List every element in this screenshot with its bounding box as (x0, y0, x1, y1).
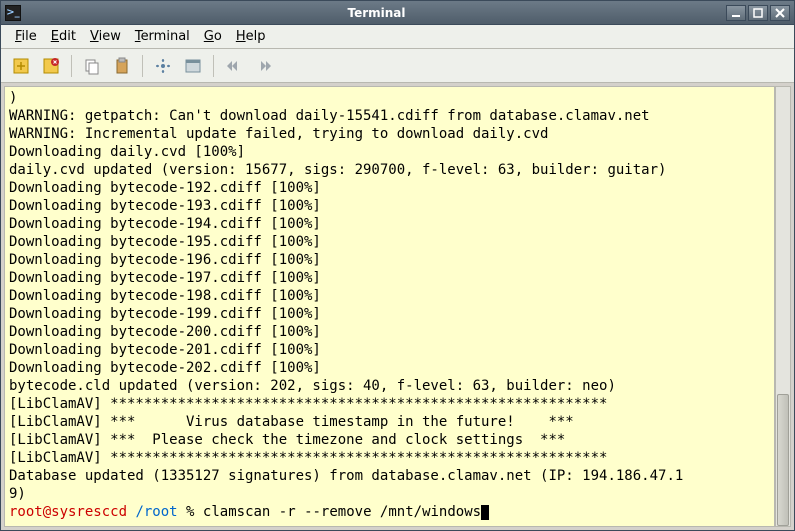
toolbar-separator (213, 55, 214, 77)
next-tab-button[interactable] (250, 52, 278, 80)
terminal-output[interactable]: )WARNING: getpatch: Can't download daily… (4, 86, 775, 527)
paste-button[interactable] (108, 52, 136, 80)
maximize-button[interactable] (748, 5, 768, 21)
menu-edit[interactable]: Edit (45, 26, 82, 47)
prev-tab-button[interactable] (220, 52, 248, 80)
window-controls (726, 5, 790, 21)
terminal-line: Downloading bytecode-195.cdiff [100%] (9, 233, 770, 251)
terminal-line: Downloading bytecode-194.cdiff [100%] (9, 215, 770, 233)
prompt-path: /root (135, 504, 177, 520)
toolbar-separator (142, 55, 143, 77)
toolbar (1, 49, 794, 83)
scrollbar-thumb[interactable] (777, 394, 789, 526)
terminal-line: Downloading bytecode-197.cdiff [100%] (9, 269, 770, 287)
menu-view[interactable]: View (84, 26, 127, 47)
terminal-line: WARNING: Incremental update failed, tryi… (9, 125, 770, 143)
cursor (481, 505, 489, 520)
terminal-line: 9) (9, 485, 770, 503)
prompt-symbol: % (186, 504, 194, 520)
prompt-command: clamscan -r --remove /mnt/windows (203, 504, 481, 520)
terminal-window: >_ Terminal File Edit View Terminal Go H… (0, 0, 795, 531)
terminal-line: Downloading bytecode-199.cdiff [100%] (9, 305, 770, 323)
terminal-line: bytecode.cld updated (version: 202, sigs… (9, 377, 770, 395)
terminal-line: ) (9, 89, 770, 107)
terminal-line: Database updated (1335127 signatures) fr… (9, 467, 770, 485)
terminal-line: [LibClamAV] *** Virus database timestamp… (9, 413, 770, 431)
terminal-line: [LibClamAV] ****************************… (9, 395, 770, 413)
toolbar-separator (71, 55, 72, 77)
minimize-button[interactable] (726, 5, 746, 21)
terminal-line: Downloading bytecode-200.cdiff [100%] (9, 323, 770, 341)
terminal-line: [LibClamAV] ****************************… (9, 449, 770, 467)
terminal-line: Downloading bytecode-202.cdiff [100%] (9, 359, 770, 377)
menu-file[interactable]: File (9, 26, 43, 47)
terminal-line: [LibClamAV] *** Please check the timezon… (9, 431, 770, 449)
window-title: Terminal (27, 6, 726, 20)
terminal-line: daily.cvd updated (version: 15677, sigs:… (9, 161, 770, 179)
terminal-app-icon: >_ (5, 5, 21, 21)
menu-go[interactable]: Go (198, 26, 228, 47)
terminal-line: Downloading bytecode-192.cdiff [100%] (9, 179, 770, 197)
close-button[interactable] (770, 5, 790, 21)
close-tab-button[interactable] (37, 52, 65, 80)
terminal-line: Downloading bytecode-193.cdiff [100%] (9, 197, 770, 215)
new-tab-button[interactable] (7, 52, 35, 80)
fullscreen-button[interactable] (149, 52, 177, 80)
menu-terminal[interactable]: Terminal (129, 26, 196, 47)
menu-help[interactable]: Help (230, 26, 272, 47)
prompt-user-host: root@sysresccd (9, 504, 127, 520)
terminal-prompt-line[interactable]: root@sysresccd /root % clamscan -r --rem… (9, 503, 770, 521)
scrollbar[interactable] (775, 86, 791, 527)
preferences-button[interactable] (179, 52, 207, 80)
terminal-line: Downloading bytecode-201.cdiff [100%] (9, 341, 770, 359)
terminal-line: Downloading bytecode-196.cdiff [100%] (9, 251, 770, 269)
terminal-container: )WARNING: getpatch: Can't download daily… (1, 83, 794, 530)
titlebar[interactable]: >_ Terminal (1, 1, 794, 25)
terminal-line: Downloading daily.cvd [100%] (9, 143, 770, 161)
terminal-line: WARNING: getpatch: Can't download daily-… (9, 107, 770, 125)
copy-button[interactable] (78, 52, 106, 80)
menubar: File Edit View Terminal Go Help (1, 25, 794, 49)
terminal-line: Downloading bytecode-198.cdiff [100%] (9, 287, 770, 305)
